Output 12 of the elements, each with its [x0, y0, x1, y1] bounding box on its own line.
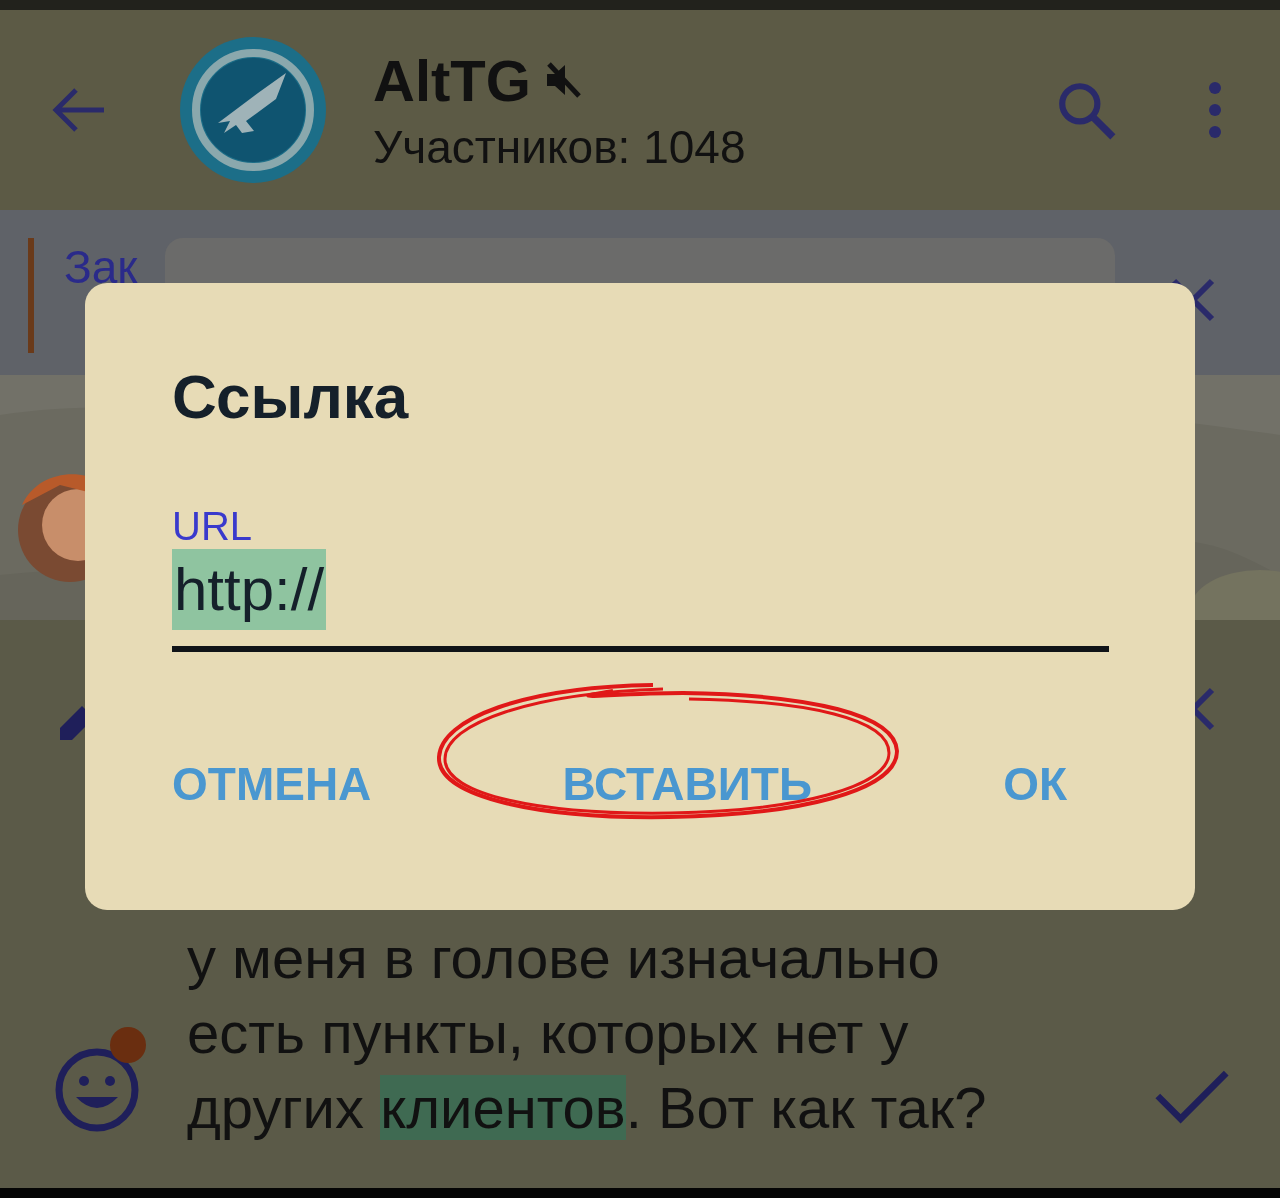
url-field[interactable]: URL http:// [172, 504, 1109, 652]
field-value: http:// [172, 549, 327, 630]
member-count: Участников: 1048 [373, 119, 747, 174]
dialog-button[interactable]: ВСТАВИТЬ [562, 757, 812, 811]
dialog-button[interactable]: ОК [1003, 757, 1067, 811]
plane-avatar-icon [178, 35, 328, 185]
message-input[interactable]: у меня в голове изначально есть пункты, которых нет у других клиентов. Вот как так? [187, 920, 1154, 1145]
dialog-title: Ссылка [172, 361, 409, 432]
pinned-label: Зак [64, 240, 138, 294]
chat-title: AltTG [373, 46, 531, 114]
field-label: URL [172, 504, 253, 549]
dialog-button[interactable]: ОТМЕНА [172, 757, 372, 811]
